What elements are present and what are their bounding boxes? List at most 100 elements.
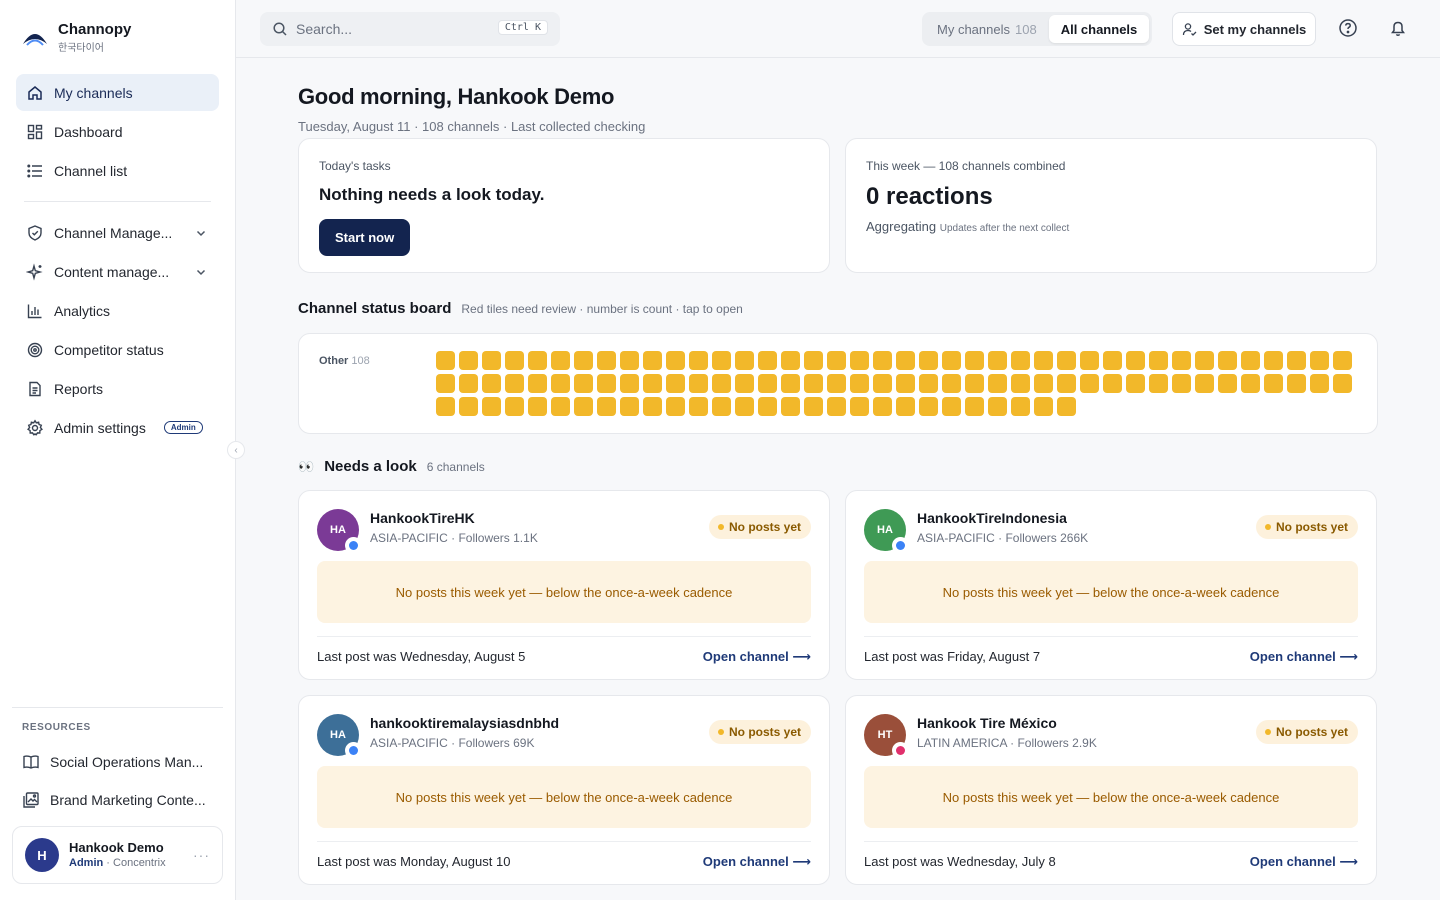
channel-status-tile[interactable] (988, 351, 1007, 370)
channel-status-tile[interactable] (459, 374, 478, 393)
channel-status-tile[interactable] (1057, 397, 1076, 416)
channel-status-tile[interactable] (827, 351, 846, 370)
channel-status-tile[interactable] (1034, 374, 1053, 393)
channel-status-tile[interactable] (827, 374, 846, 393)
open-channel-link[interactable]: Open channel ⟶ (703, 649, 811, 665)
channel-status-tile[interactable] (1080, 374, 1099, 393)
channel-status-tile[interactable] (528, 374, 547, 393)
sidebar-item-reports[interactable]: Reports (16, 370, 219, 407)
channel-status-tile[interactable] (758, 374, 777, 393)
tab-my-channels[interactable]: My channels 108 (925, 15, 1049, 43)
brand[interactable]: Channopy 한국타이어 (22, 20, 131, 56)
tab-all-channels[interactable]: All channels (1048, 15, 1150, 43)
channel-status-tile[interactable] (712, 397, 731, 416)
channel-status-tile[interactable] (574, 351, 593, 370)
channel-status-tile[interactable] (666, 397, 685, 416)
channel-status-tile[interactable] (735, 374, 754, 393)
open-channel-link[interactable]: Open channel ⟶ (703, 854, 811, 870)
channel-status-tile[interactable] (781, 351, 800, 370)
channel-status-tile[interactable] (942, 351, 961, 370)
channel-status-tile[interactable] (873, 397, 892, 416)
channel-status-tile[interactable] (919, 351, 938, 370)
channel-status-tile[interactable] (482, 351, 501, 370)
channel-status-tile[interactable] (689, 397, 708, 416)
channel-status-tile[interactable] (1287, 351, 1306, 370)
channel-status-tile[interactable] (1172, 351, 1191, 370)
channel-name[interactable]: Hankook Tire México (917, 715, 1057, 731)
channel-status-tile[interactable] (436, 397, 455, 416)
channel-card[interactable]: HA HankookTireIndonesia ASIA-PACIFIC · Fol… (845, 490, 1377, 680)
channel-status-tile[interactable] (827, 397, 846, 416)
channel-status-tile[interactable] (850, 397, 869, 416)
channel-status-tile[interactable] (689, 351, 708, 370)
channel-status-tile[interactable] (1218, 351, 1237, 370)
channel-status-tile[interactable] (620, 374, 639, 393)
channel-status-tile[interactable] (758, 351, 777, 370)
channel-status-tile[interactable] (643, 351, 662, 370)
channel-status-tile[interactable] (551, 351, 570, 370)
channel-status-tile[interactable] (988, 397, 1007, 416)
channel-status-tile[interactable] (528, 397, 547, 416)
channel-status-tile[interactable] (643, 397, 662, 416)
search-input[interactable] (296, 21, 486, 37)
channel-card[interactable]: HT Hankook Tire México LATIN AMERICA · Fol… (845, 695, 1377, 885)
channel-status-tile[interactable] (735, 397, 754, 416)
channel-status-tile[interactable] (482, 374, 501, 393)
channel-status-tile[interactable] (942, 397, 961, 416)
channel-status-tile[interactable] (1333, 374, 1352, 393)
channel-status-tile[interactable] (1103, 351, 1122, 370)
channel-status-tile[interactable] (965, 351, 984, 370)
channel-status-tile[interactable] (620, 351, 639, 370)
channel-name[interactable]: hankooktiremalaysiasdnbhd (370, 715, 559, 731)
channel-status-tile[interactable] (1011, 397, 1030, 416)
channel-status-tile[interactable] (482, 397, 501, 416)
channel-status-tile[interactable] (666, 351, 685, 370)
channel-status-tile[interactable] (1011, 351, 1030, 370)
channel-status-tile[interactable] (735, 351, 754, 370)
user-profile-card[interactable]: H Hankook Demo Admin · Concentrix ··· (12, 826, 223, 884)
collapse-sidebar-button[interactable]: ‹ (227, 441, 245, 459)
resource-link-brand-marketing[interactable]: Brand Marketing Conte... (12, 781, 223, 819)
channel-status-tile[interactable] (528, 351, 547, 370)
channel-status-tile[interactable] (1218, 374, 1237, 393)
channel-status-tile[interactable] (620, 397, 639, 416)
channel-status-tile[interactable] (1011, 374, 1030, 393)
channel-status-tile[interactable] (1264, 351, 1283, 370)
channel-status-tile[interactable] (1310, 374, 1329, 393)
bell-icon[interactable] (1388, 18, 1408, 38)
channel-status-tile[interactable] (896, 351, 915, 370)
channel-status-tile[interactable] (965, 397, 984, 416)
channel-status-tile[interactable] (712, 351, 731, 370)
channel-status-tile[interactable] (1034, 397, 1053, 416)
channel-status-tile[interactable] (1034, 351, 1053, 370)
sidebar-item-content-management[interactable]: Content manage... (16, 253, 219, 290)
channel-name[interactable]: HankookTireIndonesia (917, 510, 1067, 526)
search-box[interactable]: Ctrl K (260, 12, 560, 46)
channel-status-tile[interactable] (1057, 374, 1076, 393)
channel-status-tile[interactable] (1172, 374, 1191, 393)
channel-status-tile[interactable] (1310, 351, 1329, 370)
channel-status-tile[interactable] (459, 397, 478, 416)
open-channel-link[interactable]: Open channel ⟶ (1250, 649, 1358, 665)
channel-status-tile[interactable] (850, 374, 869, 393)
channel-status-tile[interactable] (896, 397, 915, 416)
channel-status-tile[interactable] (459, 351, 478, 370)
channel-status-tile[interactable] (597, 351, 616, 370)
channel-status-tile[interactable] (1264, 374, 1283, 393)
channel-card[interactable]: HA HankookTireHK ASIA-PACIFIC · Followers … (298, 490, 830, 680)
channel-status-tile[interactable] (942, 374, 961, 393)
channel-status-tile[interactable] (505, 351, 524, 370)
channel-status-tile[interactable] (758, 397, 777, 416)
channel-status-tile[interactable] (1241, 374, 1260, 393)
sidebar-item-channel-management[interactable]: Channel Manage... (16, 214, 219, 251)
start-now-button[interactable]: Start now (319, 219, 411, 256)
channel-status-tile[interactable] (919, 397, 938, 416)
channel-status-tile[interactable] (1195, 351, 1214, 370)
more-icon[interactable]: ··· (193, 847, 210, 863)
sidebar-item-channel-list[interactable]: Channel list (16, 152, 219, 189)
channel-status-tile[interactable] (1080, 351, 1099, 370)
channel-status-tile[interactable] (781, 397, 800, 416)
channel-status-tile[interactable] (712, 374, 731, 393)
channel-name[interactable]: HankookTireHK (370, 510, 475, 526)
channel-status-tile[interactable] (597, 397, 616, 416)
